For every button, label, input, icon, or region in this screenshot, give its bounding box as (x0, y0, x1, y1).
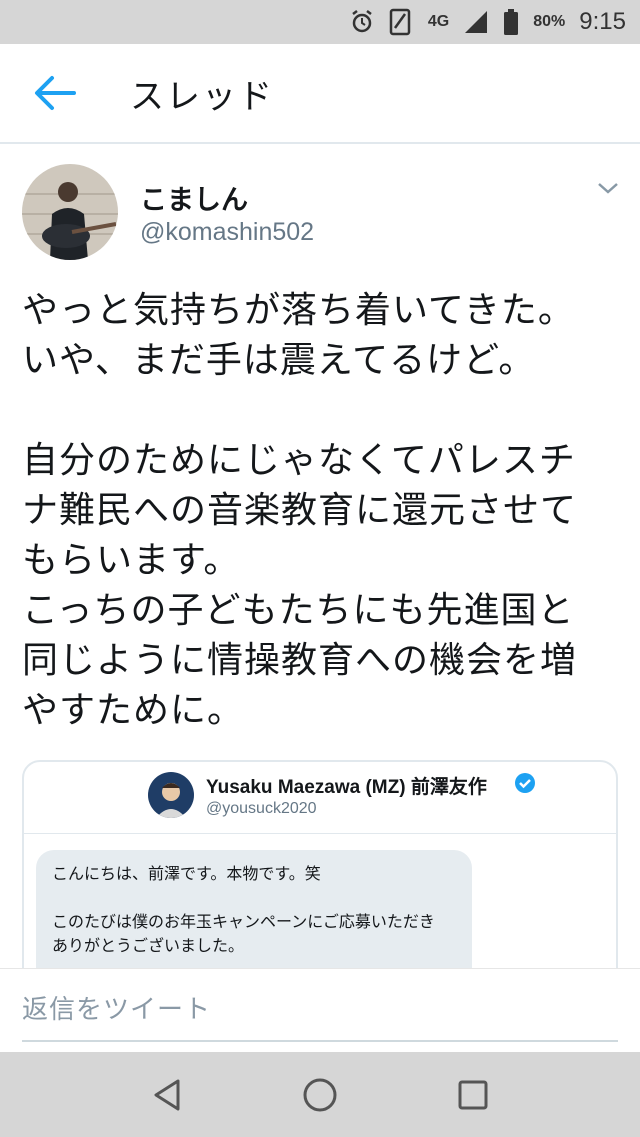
app-bar: スレッド (0, 44, 640, 144)
back-arrow-icon (35, 76, 76, 110)
nav-back-button[interactable] (137, 1065, 197, 1125)
author-name[interactable]: こましん (140, 178, 248, 217)
status-bar: 4G 80% 9:15 (0, 0, 640, 44)
reply-bar: 返信をツイート (0, 968, 640, 1052)
network-type: 4G (427, 13, 450, 30)
signal-icon (463, 9, 489, 35)
tweet-text: やっと気持ちが落ち着いてきた。 いや、まだ手は震えてるけど。 自分のためにじゃな… (22, 290, 578, 731)
reply-underline (22, 1040, 618, 1042)
system-nav-bar (0, 1052, 640, 1137)
tweet-menu-button[interactable] (596, 180, 620, 200)
tweet-header: こましん @komashin502 (0, 146, 640, 266)
nav-home-icon (303, 1078, 337, 1111)
nav-recents-button[interactable] (443, 1065, 503, 1125)
battery-level: 80% (533, 13, 566, 30)
chevron-down-icon (598, 183, 618, 194)
verified-badge-icon (514, 772, 536, 798)
battery-icon (503, 8, 519, 36)
quote-name: Yusaku Maezawa (MZ) 前澤友作 (206, 777, 487, 798)
quote-header: Yusaku Maezawa (MZ) 前澤友作 @yousuck2020 (24, 762, 616, 834)
message-line: このたびは僕のお年玉キャンペーンにご応募いただき (52, 912, 435, 931)
alarm-icon (350, 9, 374, 35)
reply-input[interactable]: 返信をツイート (22, 989, 211, 1026)
quote-avatar (148, 772, 194, 818)
message-line: ありがとうございました。 (52, 936, 245, 955)
quote-handle: @yousuck2020 (206, 800, 317, 817)
avatar[interactable] (22, 164, 118, 260)
sim-icon (388, 8, 414, 36)
nav-home-button[interactable] (290, 1065, 350, 1125)
clock-time: 9:15 (579, 8, 626, 35)
nav-back-icon (154, 1079, 180, 1110)
message-line: こんにちは、前澤です。本物です。笑 (52, 864, 321, 883)
back-button[interactable] (0, 43, 110, 143)
tweet: こましん @komashin502 やっと気持ちが落ち着いてきた。 いや、まだ手… (0, 146, 640, 1020)
nav-recents-icon (458, 1080, 488, 1109)
author-handle[interactable]: @komashin502 (140, 218, 314, 247)
page-title: スレッド (130, 76, 274, 117)
